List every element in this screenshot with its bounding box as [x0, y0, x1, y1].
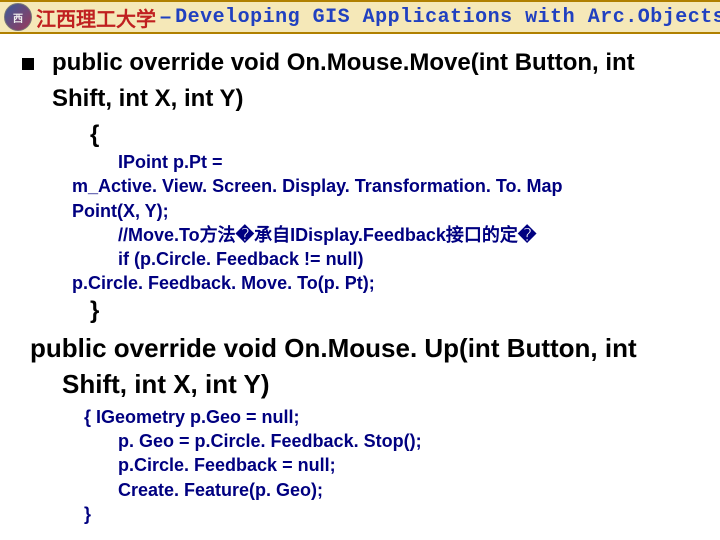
method2-signature-line2: Shift, int X, int Y): [62, 368, 698, 401]
header-dash: –: [156, 6, 175, 29]
method1-signature-line1: public override void On.Mouse.Move(int B…: [52, 48, 635, 78]
method1-close-brace: }: [90, 296, 698, 326]
method1-if-a: if (p.Circle. Feedback != null): [72, 247, 698, 271]
method1-comment: //Move.To方法�承自IDisplay.Feedback接口的定�: [72, 223, 698, 247]
university-name: 江西理工大学: [36, 3, 156, 32]
method2-signature-line1: public override void On.Mouse. Up(int Bu…: [30, 332, 698, 365]
bullet-row: public override void On.Mouse.Move(int B…: [22, 48, 698, 84]
method2-stmt4: Create. Feature(p. Geo);: [118, 478, 698, 502]
method1-signature-line2: Shift, int X, int Y): [52, 84, 698, 114]
university-logo-icon: 西: [4, 3, 32, 31]
slide-header: 西 江西理工大学 – Developing GIS Applications w…: [0, 0, 720, 34]
method1-stmt1c: Point(X, Y);: [72, 199, 698, 223]
method1-stmt1b: m_Active. View. Screen. Display. Transfo…: [72, 174, 698, 198]
slide-body: public override void On.Mouse.Move(int B…: [0, 34, 720, 526]
method1-open-brace: {: [90, 120, 698, 150]
method2-stmt2: p. Geo = p.Circle. Feedback. Stop();: [118, 429, 698, 453]
slide: 西 江西理工大学 – Developing GIS Applications w…: [0, 0, 720, 540]
method1-stmt1a: IPoint p.Pt =: [72, 150, 698, 174]
method2-close-brace: }: [84, 502, 698, 526]
method1-if-b: p.Circle. Feedback. Move. To(p. Pt);: [72, 271, 698, 295]
course-title: Developing GIS Applications with Arc.Obj…: [175, 6, 720, 29]
method2-stmt3: p.Circle. Feedback = null;: [118, 453, 698, 477]
bullet-icon: [22, 58, 34, 70]
method2-open-stmt1: { IGeometry p.Geo = null;: [84, 405, 698, 429]
